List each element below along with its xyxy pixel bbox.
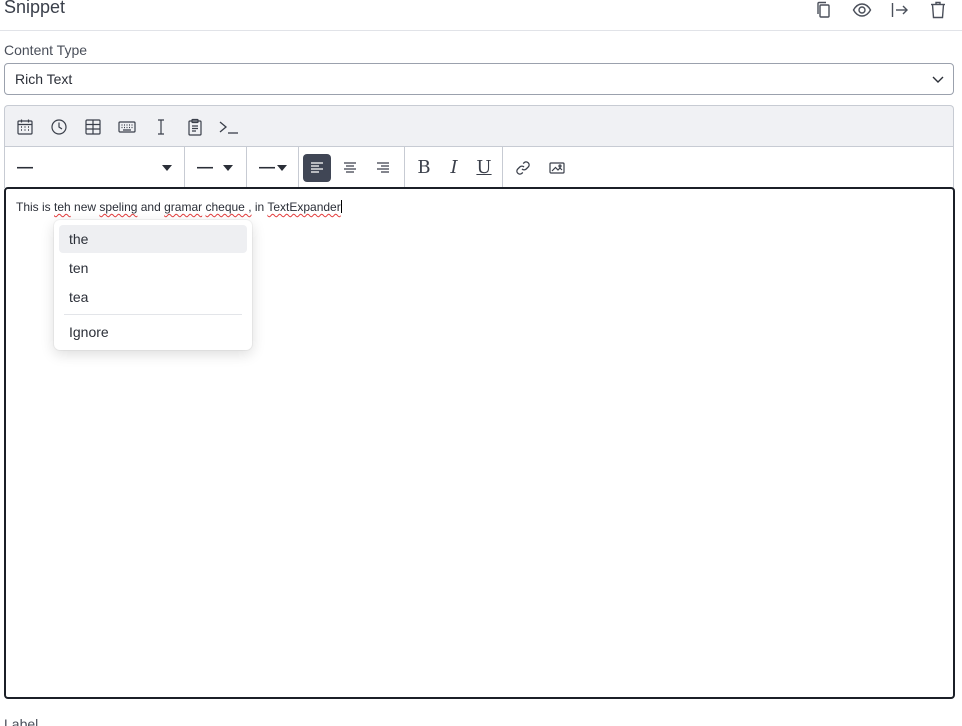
bold-button[interactable]: B [409, 154, 439, 182]
clipboard-icon[interactable] [183, 115, 207, 139]
misspelled-word[interactable]: speling [99, 200, 137, 214]
caret-down-icon [223, 164, 233, 171]
keyboard-icon[interactable] [115, 115, 139, 139]
font-size-value: — [197, 158, 213, 176]
text-cursor-icon[interactable] [149, 115, 173, 139]
align-left-button[interactable] [303, 153, 331, 182]
align-center-button[interactable] [336, 154, 364, 182]
link-icon [516, 160, 530, 175]
chevron-down-icon [932, 76, 944, 83]
suggestion-item[interactable]: tea [59, 283, 247, 311]
misspelled-word[interactable]: teh [54, 200, 71, 214]
font-family-dropdown[interactable]: — [5, 147, 184, 188]
editor-content[interactable]: This is teh new speling and gramar chequ… [16, 200, 342, 214]
text-segment: and [137, 200, 165, 214]
text-segment: This is [16, 200, 55, 214]
misspelled-word[interactable]: TextExpander [267, 200, 340, 214]
image-icon [549, 161, 565, 174]
page-title: Snippet [4, 0, 66, 17]
copy-icon[interactable] [812, 0, 836, 21]
trash-icon[interactable] [926, 0, 950, 21]
content-type-value: Rich Text [15, 71, 73, 87]
font-family-segment: — [5, 147, 185, 188]
link-button[interactable] [509, 154, 537, 182]
terminal-icon[interactable] [217, 115, 241, 139]
header-actions [812, 0, 950, 21]
text-segment: in [251, 200, 268, 214]
italic-button[interactable]: I [439, 154, 469, 182]
line-height-value: — [259, 158, 275, 176]
font-size-segment: — [185, 147, 247, 188]
snippet-header: Snippet [0, 0, 962, 31]
eye-icon[interactable] [850, 0, 874, 21]
insert-media-segment [503, 147, 571, 188]
line-height-segment: — [247, 147, 299, 188]
spellcheck-popup: the ten tea Ignore [54, 220, 252, 350]
popup-divider [64, 314, 242, 315]
align-right-button[interactable] [369, 154, 397, 182]
suggestion-item[interactable]: ten [59, 254, 247, 282]
insert-toolbar [4, 105, 954, 147]
align-right-icon [377, 161, 389, 173]
text-caret [340, 200, 342, 213]
export-icon[interactable] [888, 0, 912, 21]
align-center-icon [344, 161, 356, 173]
text-style-segment: B I U [405, 147, 503, 188]
text-segment: new [70, 200, 100, 214]
caret-down-icon [162, 164, 172, 171]
ignore-button[interactable]: Ignore [59, 318, 247, 346]
caret-down-icon [277, 164, 287, 171]
image-button[interactable] [543, 154, 571, 182]
calendar-icon[interactable] [13, 115, 37, 139]
underline-button[interactable]: U [469, 154, 499, 182]
align-left-icon [311, 161, 323, 173]
content-type-label: Content Type [4, 42, 88, 58]
label-field-label: Label [4, 716, 39, 726]
clock-icon[interactable] [47, 115, 71, 139]
format-toolbar: — — — B I U [4, 146, 954, 188]
font-family-value: — [17, 158, 33, 176]
line-height-dropdown[interactable]: — [247, 147, 287, 188]
font-size-dropdown[interactable]: — [185, 147, 233, 188]
content-type-select[interactable]: Rich Text [4, 63, 954, 95]
misspelled-word[interactable]: cheque , [205, 200, 251, 214]
misspelled-word[interactable]: gramar [164, 200, 202, 214]
suggestion-item[interactable]: the [59, 225, 247, 253]
alignment-segment [299, 147, 405, 188]
form-icon[interactable] [81, 115, 105, 139]
